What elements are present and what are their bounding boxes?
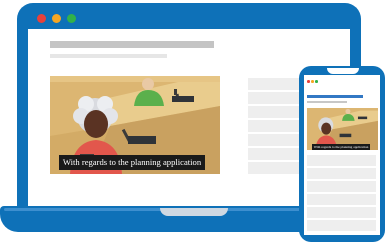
laptop-notch [160,208,228,216]
phone-list-row [307,207,376,218]
window-maximize-dot [67,14,76,23]
placeholder-subtitle-bar [50,54,167,58]
phone-list-row [307,220,376,231]
video-caption-text: With regards to the planning application [62,157,202,167]
phone-minimize-dot [311,80,314,83]
placeholder-title-bar [50,41,214,48]
phone-title-bar [307,95,363,98]
phone-list-row [307,181,376,192]
window-close-dot [37,14,46,23]
phone-list-row [307,194,376,205]
phone-speaker [327,68,359,74]
video-caption: With regards to the planning application [59,155,205,170]
phone-list-row [307,168,376,179]
window-minimize-dot [52,14,61,23]
phone-video-caption: With regards to the planning application [312,144,370,150]
phone-video-caption-text: With regards to the planning application [313,145,369,149]
phone-subtitle-bar [307,101,347,103]
phone-close-dot [307,80,310,83]
phone-maximize-dot [315,80,318,83]
phone-list-row [307,155,376,166]
